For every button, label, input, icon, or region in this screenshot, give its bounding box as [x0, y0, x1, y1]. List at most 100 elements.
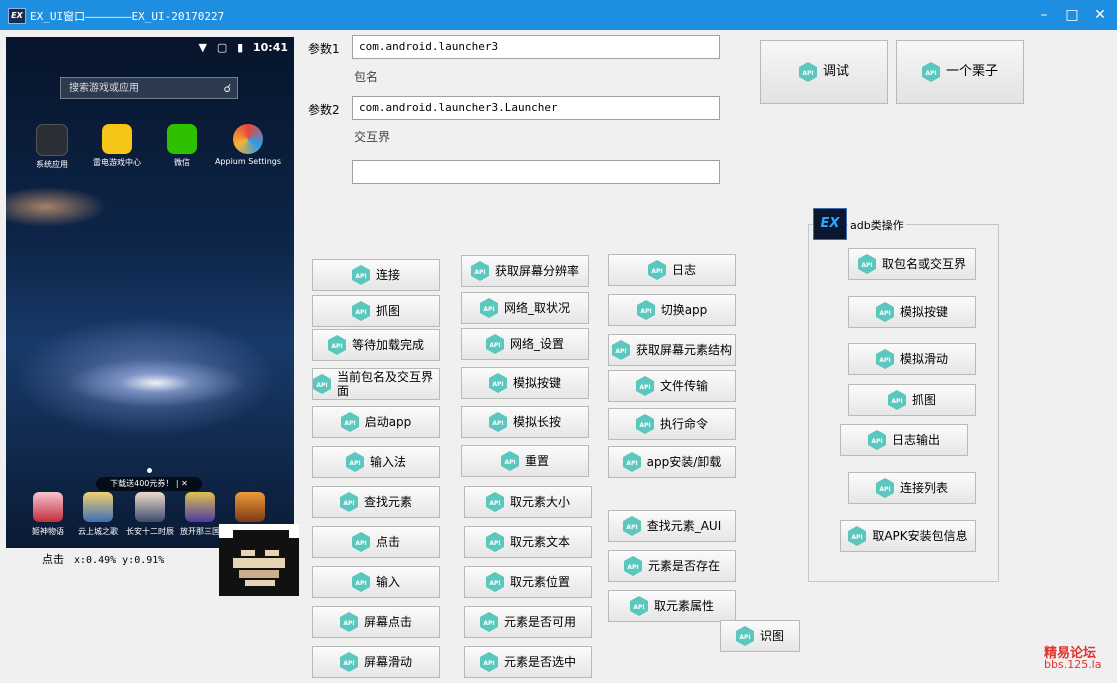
api-button-col3-2[interactable]: API 获取屏幕元素结构 [608, 334, 736, 366]
api-button-col1-9[interactable]: API 屏幕点击 [312, 606, 440, 638]
api-icon: API [351, 572, 370, 592]
api-button-col3-6[interactable]: API 查找元素_AUI [608, 510, 736, 542]
api-button-col1-1[interactable]: API 抓图 [312, 295, 440, 327]
close-icon[interactable]: ✕ [1083, 0, 1117, 30]
ex-logo-icon: EX [813, 208, 847, 240]
param1-label: 参数1 [308, 42, 340, 56]
api-button-col2-7[interactable]: API 取元素文本 [464, 526, 592, 558]
svg-text:API: API [504, 459, 515, 466]
api-button-col1-8[interactable]: API 输入 [312, 566, 440, 598]
button-label: 元素是否存在 [647, 559, 720, 573]
dock-app-2[interactable]: 云上城之歌 [70, 492, 126, 537]
svg-text:API: API [626, 460, 637, 467]
api-icon: API [345, 452, 364, 472]
dock-app-1[interactable]: 姬神物语 [20, 492, 76, 537]
device-screen-preview[interactable]: ▼ ▢ ▮ 10:41 搜索游戏或应用 ☌ 系统应用 雷电游戏中心 微信 App… [6, 37, 294, 548]
api-icon: API [340, 412, 359, 432]
api-button-col2-9[interactable]: API 元素是否可用 [464, 606, 592, 638]
debug-button[interactable]: API 调试 [760, 40, 888, 104]
param2-hint: 交互界 [354, 130, 391, 144]
api-button-col3-5[interactable]: API app安装/卸载 [608, 446, 736, 478]
api-button-col3-1[interactable]: API 切换app [608, 294, 736, 326]
api-icon: API [327, 335, 346, 355]
search-bar[interactable]: 搜索游戏或应用 ☌ [60, 77, 238, 99]
svg-text:API: API [492, 420, 503, 427]
api-icon: API [339, 492, 358, 512]
appium-icon [233, 124, 263, 154]
no-sim-icon: ▢ [216, 41, 228, 54]
api-icon: API [629, 596, 648, 616]
api-button-col2-6[interactable]: API 取元素大小 [464, 486, 592, 518]
button-label: 执行命令 [659, 417, 708, 431]
param2-input[interactable]: com.android.launcher3.Launcher [352, 96, 720, 120]
wechat-icon [167, 124, 197, 154]
svg-text:API: API [355, 309, 366, 316]
api-icon: API [485, 492, 504, 512]
api-button-col1-2[interactable]: API 等待加载完成 [312, 329, 440, 361]
api-button-col1-10[interactable]: API 屏幕滑动 [312, 646, 440, 678]
api-button-col3-0[interactable]: API 日志 [608, 254, 736, 286]
api-button-col3-4[interactable]: API 执行命令 [608, 408, 736, 440]
api-button-col1-0[interactable]: API 连接 [312, 259, 440, 291]
button-label: 元素是否可用 [503, 615, 576, 629]
search-placeholder: 搜索游戏或应用 [69, 83, 139, 94]
api-button-col3-7[interactable]: API 元素是否存在 [608, 550, 736, 582]
promo-banner[interactable]: 下载送400元券！ | ✕ [96, 477, 202, 491]
param3-input[interactable] [352, 160, 720, 184]
api-button-col2-1[interactable]: API 网络_取状况 [461, 292, 589, 324]
window-title: EX_UI窗口———————EX_UI-20170227 [30, 10, 225, 23]
api-button-col1-4[interactable]: API 启动app [312, 406, 440, 438]
dock-app-5[interactable] [222, 492, 278, 526]
api-icon: API [485, 334, 504, 354]
button-label: 调试 [822, 64, 849, 79]
game-icon [33, 492, 63, 522]
svg-text:API: API [640, 308, 651, 315]
ex-app-icon: EX [8, 8, 26, 24]
button-label: 抓图 [375, 304, 400, 318]
api-button-col1-7[interactable]: API 点击 [312, 526, 440, 558]
button-label: 取元素位置 [509, 575, 570, 589]
svg-text:API: API [639, 422, 650, 429]
button-label: 启动app [364, 415, 412, 429]
button-label: 网络_取状况 [503, 301, 570, 315]
api-button-col2-10[interactable]: API 元素是否选中 [464, 646, 592, 678]
svg-text:API: API [489, 342, 500, 349]
svg-text:API: API [489, 580, 500, 587]
app-icon-game-center[interactable]: 雷电游戏中心 [81, 124, 153, 168]
svg-text:API: API [639, 384, 650, 391]
param1-input[interactable]: com.android.launcher3 [352, 35, 720, 59]
api-icon: API [622, 452, 641, 472]
svg-text:API: API [802, 70, 813, 77]
api-icon: API [479, 298, 498, 318]
app-icon-wechat[interactable]: 微信 [146, 124, 218, 168]
button-label: 日志 [671, 263, 696, 277]
button-label: 一个栗子 [945, 64, 998, 79]
api-icon: API [921, 62, 940, 82]
example-button[interactable]: API 一个栗子 [896, 40, 1024, 104]
api-button-col1-6[interactable]: API 查找元素 [312, 486, 440, 518]
svg-text:API: API [483, 306, 494, 313]
dock-app-3[interactable]: 长安十二时辰 [122, 492, 178, 537]
api-icon: API [798, 62, 817, 82]
api-icon: API [485, 532, 504, 552]
api-icon: API [485, 572, 504, 592]
button-label: 获取屏幕分辨率 [494, 264, 579, 278]
adb-group-title: adb类操作 [848, 217, 906, 233]
api-button-col3-3[interactable]: API 文件传输 [608, 370, 736, 402]
api-button-col2-2[interactable]: API 网络_设置 [461, 328, 589, 360]
button-label: 获取屏幕元素结构 [635, 343, 732, 357]
api-button-col2-4[interactable]: API 模拟长按 [461, 406, 589, 438]
button-label: 查找元素_AUI [646, 519, 722, 533]
api-button-col2-3[interactable]: API 模拟按键 [461, 367, 589, 399]
app-icon-system[interactable]: 系统应用 [16, 124, 88, 170]
api-button-col1-5[interactable]: API 输入法 [312, 446, 440, 478]
svg-text:API: API [651, 268, 662, 275]
api-button-col3-8[interactable]: API 取元素属性 [608, 590, 736, 622]
api-button-col1-3[interactable]: API 当前包名及交互界面 [312, 368, 440, 400]
api-button-col3-9[interactable]: API 识图 [720, 620, 800, 652]
api-button-col2-8[interactable]: API 取元素位置 [464, 566, 592, 598]
app-icon-appium[interactable]: Appium Settings [212, 124, 284, 166]
param1-hint: 包名 [354, 70, 379, 84]
api-button-col2-0[interactable]: API 获取屏幕分辨率 [461, 255, 589, 287]
api-button-col2-5[interactable]: API 重置 [461, 445, 589, 477]
